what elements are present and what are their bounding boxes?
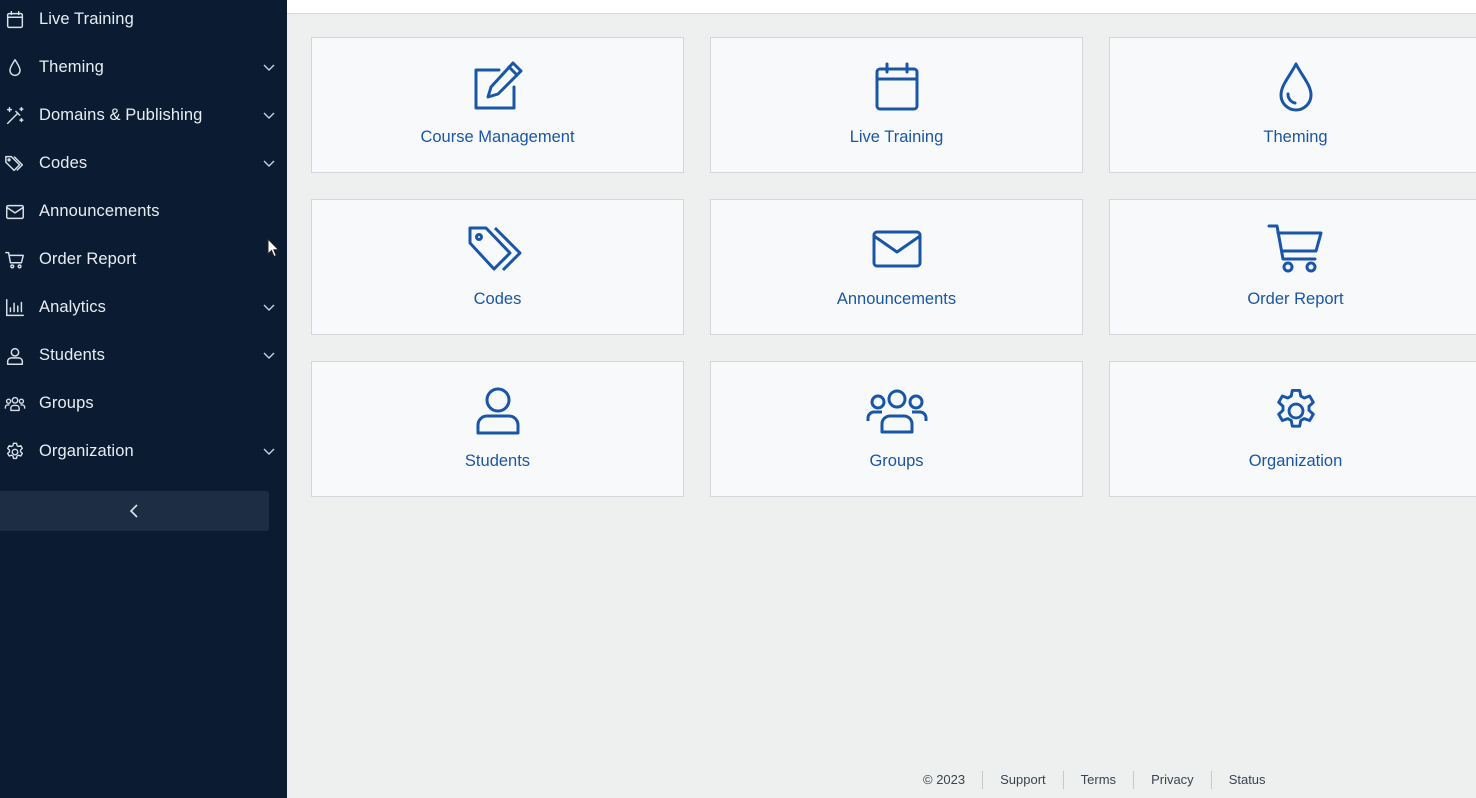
footer: © 2023 Support Terms Privacy Status xyxy=(907,770,1283,790)
sidebar-item-label: Organization xyxy=(39,441,134,460)
envelope-icon xyxy=(865,222,929,276)
footer-privacy-link[interactable]: Privacy xyxy=(1133,771,1211,789)
tile-codes[interactable]: Codes xyxy=(311,199,684,335)
tile-students[interactable]: Students xyxy=(311,361,684,497)
user-icon xyxy=(466,384,530,438)
envelope-icon xyxy=(4,201,26,223)
sidebar-item-domains-publishing[interactable]: Domains & Publishing xyxy=(0,91,287,139)
sidebar-item-students[interactable]: Students xyxy=(0,331,287,379)
tile-label: Organization xyxy=(1248,452,1343,470)
sidebar-item-order-report[interactable]: Order Report xyxy=(0,235,287,283)
chevron-left-icon xyxy=(129,504,138,518)
tags-icon xyxy=(466,222,530,276)
users-icon xyxy=(865,384,929,438)
tile-groups[interactable]: Groups xyxy=(710,361,1083,497)
chevron-down-icon[interactable] xyxy=(262,444,276,458)
chevron-down-icon[interactable] xyxy=(262,60,276,74)
droplet-icon xyxy=(4,57,26,79)
tile-label: Announcements xyxy=(836,290,957,308)
calendar-icon xyxy=(865,60,929,114)
tile-label: Students xyxy=(464,452,531,470)
collapse-sidebar-button[interactable] xyxy=(0,491,269,531)
cart-icon xyxy=(1264,222,1328,276)
sidebar: Live Training Theming Domains & Publishi… xyxy=(0,0,287,798)
tags-icon xyxy=(4,153,26,175)
sidebar-item-announcements[interactable]: Announcements xyxy=(0,187,287,235)
footer-status-link[interactable]: Status xyxy=(1210,771,1283,789)
tile-live-training[interactable]: Live Training xyxy=(710,37,1083,173)
gear-icon xyxy=(4,441,26,463)
tile-course-management[interactable]: Course Management xyxy=(311,37,684,173)
sidebar-item-label: Analytics xyxy=(39,297,106,316)
sidebar-item-label: Domains & Publishing xyxy=(39,105,203,124)
sidebar-item-label: Groups xyxy=(39,393,94,412)
chevron-down-icon[interactable] xyxy=(262,348,276,362)
sidebar-item-label: Announcements xyxy=(39,201,160,220)
tile-label: Course Management xyxy=(420,128,575,146)
edit-icon xyxy=(466,60,530,114)
bar-chart-icon xyxy=(4,297,26,319)
sidebar-item-label: Theming xyxy=(39,57,104,76)
sidebar-item-groups[interactable]: Groups xyxy=(0,379,287,427)
mouse-cursor-icon xyxy=(267,238,280,258)
tile-label: Codes xyxy=(473,290,522,308)
magic-wand-icon xyxy=(4,105,26,127)
tile-organization[interactable]: Organization xyxy=(1109,361,1476,497)
footer-support-link[interactable]: Support xyxy=(982,771,1063,789)
tile-label: Groups xyxy=(869,452,924,470)
tile-label: Theming xyxy=(1263,128,1328,146)
footer-terms-link[interactable]: Terms xyxy=(1062,771,1133,789)
sidebar-item-theming[interactable]: Theming xyxy=(0,43,287,91)
chevron-down-icon[interactable] xyxy=(262,108,276,122)
top-bar xyxy=(287,0,1476,14)
sidebar-item-label: Live Training xyxy=(39,9,134,28)
tile-theming[interactable]: Theming xyxy=(1109,37,1476,173)
sidebar-item-analytics[interactable]: Analytics xyxy=(0,283,287,331)
gear-icon xyxy=(1264,384,1328,438)
footer-copyright: © 2023 xyxy=(923,772,966,787)
calendar-icon xyxy=(4,9,26,31)
chevron-down-icon[interactable] xyxy=(262,156,276,170)
sidebar-item-codes[interactable]: Codes xyxy=(0,139,287,187)
sidebar-item-label: Students xyxy=(39,345,105,364)
sidebar-item-label: Order Report xyxy=(39,249,137,268)
tile-order-report[interactable]: Order Report xyxy=(1109,199,1476,335)
sidebar-item-live-training[interactable]: Live Training xyxy=(0,0,287,43)
chevron-down-icon[interactable] xyxy=(262,300,276,314)
cart-icon xyxy=(4,249,26,271)
users-icon xyxy=(4,393,26,415)
tile-label: Order Report xyxy=(1247,290,1344,308)
user-icon xyxy=(4,345,26,367)
sidebar-item-organization[interactable]: Organization xyxy=(0,427,287,475)
sidebar-item-label: Codes xyxy=(39,153,88,172)
droplet-icon xyxy=(1264,60,1328,114)
tile-announcements[interactable]: Announcements xyxy=(710,199,1083,335)
tile-label: Live Training xyxy=(849,128,944,146)
